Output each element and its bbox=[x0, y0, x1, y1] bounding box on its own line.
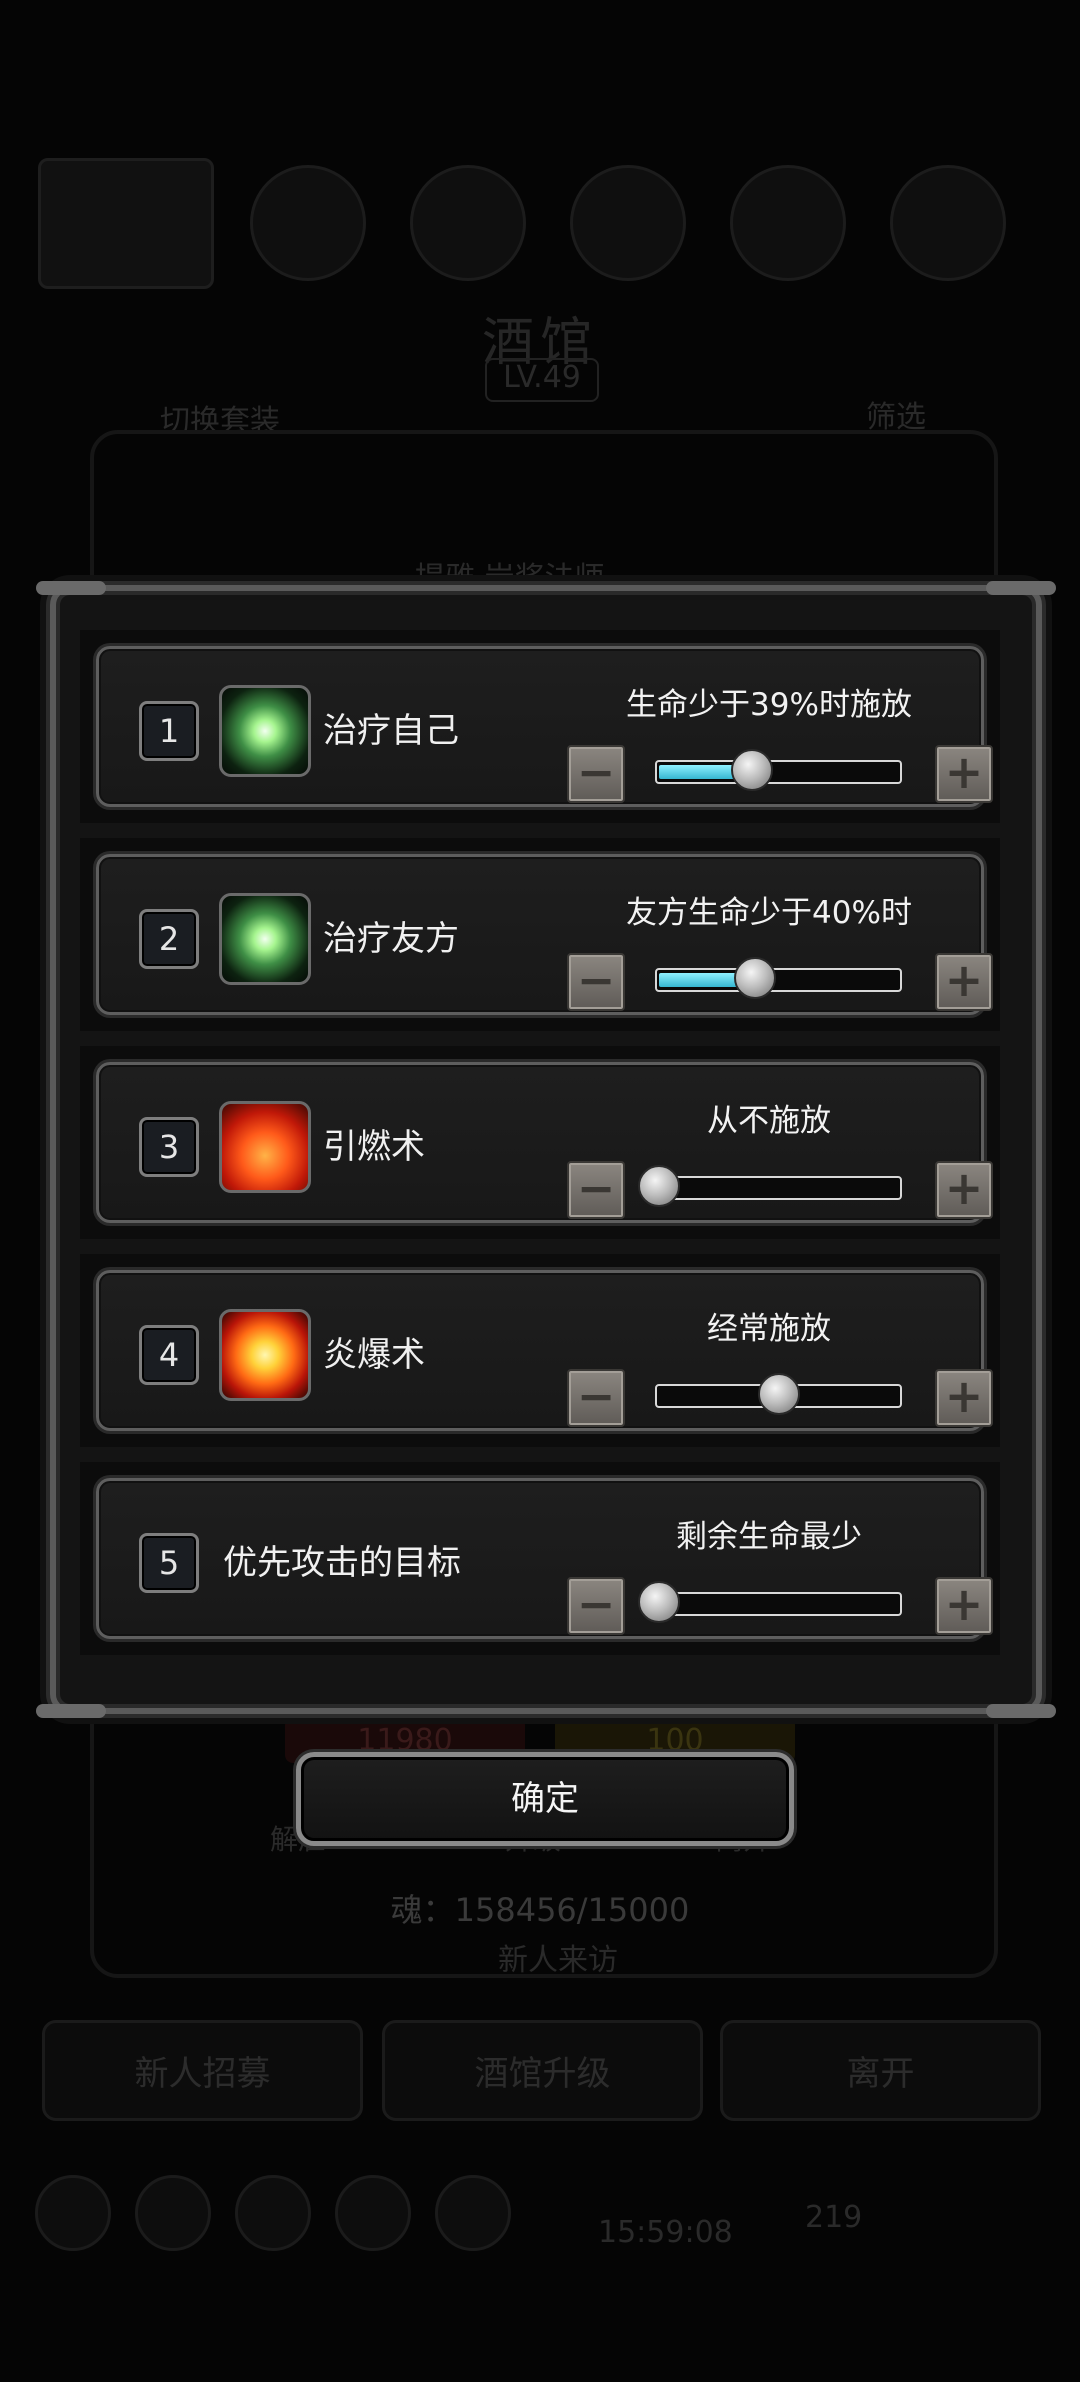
skill-name: 治疗自己 bbox=[323, 711, 459, 751]
increase-button[interactable]: + bbox=[935, 1577, 993, 1635]
coin-count: 219 bbox=[805, 2200, 863, 2235]
skill-row: 4 炎爆术 经常施放 − + bbox=[80, 1254, 1000, 1447]
condition-slider[interactable] bbox=[638, 1581, 902, 1623]
increase-button[interactable]: + bbox=[935, 1369, 993, 1427]
condition-slider[interactable] bbox=[655, 749, 902, 791]
skill-row-panel: 1 治疗自己 生命少于39%时施放 − + bbox=[96, 646, 993, 807]
frame-ornament bbox=[36, 1704, 106, 1718]
element-orb-icon bbox=[730, 165, 846, 281]
timer: 15:59:08 bbox=[598, 2215, 733, 2250]
condition-slider[interactable] bbox=[655, 957, 902, 999]
tavern-upgrade-button: 酒馆升级 bbox=[382, 2020, 703, 2121]
slider-knob[interactable] bbox=[734, 957, 776, 999]
menu-icon bbox=[35, 2175, 111, 2251]
increase-button[interactable]: + bbox=[935, 745, 993, 803]
skill-name: 治疗友方 bbox=[323, 919, 459, 959]
slider-knob[interactable] bbox=[731, 749, 773, 791]
fire-icon bbox=[219, 1101, 311, 1193]
confirm-button[interactable]: 确定 bbox=[296, 1752, 794, 1846]
menu-icon bbox=[235, 2175, 311, 2251]
skill-name: 优先攻击的目标 bbox=[223, 1543, 461, 1583]
leave-button: 离开 bbox=[720, 2020, 1041, 2121]
element-orb-icon bbox=[570, 165, 686, 281]
cast-condition: 友方生命少于40%时 bbox=[626, 895, 912, 931]
condition-slider[interactable] bbox=[655, 1373, 902, 1415]
tavern-level: LV.49 bbox=[485, 358, 599, 402]
skill-name: 引燃术 bbox=[323, 1127, 425, 1167]
slider-knob[interactable] bbox=[758, 1373, 800, 1415]
menu-icon bbox=[435, 2175, 511, 2251]
skill-row-panel: 5 优先攻击的目标 剩余生命最少 − + bbox=[96, 1478, 993, 1639]
frame-ornament bbox=[986, 581, 1056, 595]
condition-slider[interactable] bbox=[638, 1165, 902, 1207]
skill-row: 2 治疗友方 友方生命少于40%时 − + bbox=[80, 838, 1000, 1031]
increase-button[interactable]: + bbox=[935, 953, 993, 1011]
cast-condition: 从不施放 bbox=[707, 1103, 831, 1139]
hero-portrait bbox=[38, 158, 214, 289]
soul-counter: 魂：158456/15000 bbox=[390, 1891, 690, 1929]
decrease-button[interactable]: − bbox=[567, 953, 625, 1011]
priority-number: 5 bbox=[139, 1533, 199, 1593]
priority-number: 2 bbox=[139, 909, 199, 969]
skill-name: 炎爆术 bbox=[323, 1335, 425, 1375]
blast-icon bbox=[219, 1309, 311, 1401]
priority-number: 4 bbox=[139, 1325, 199, 1385]
heal-icon bbox=[219, 685, 311, 777]
recruit-button: 新人招募 bbox=[42, 2020, 363, 2121]
element-orb-icon bbox=[410, 165, 526, 281]
skill-row: 3 引燃术 从不施放 − + bbox=[80, 1046, 1000, 1239]
increase-button[interactable]: + bbox=[935, 1161, 993, 1219]
new-arrival-label: 新人来访 bbox=[498, 1943, 618, 1978]
heal-icon bbox=[219, 893, 311, 985]
skill-row: 1 治疗自己 生命少于39%时施放 − + bbox=[80, 630, 1000, 823]
menu-icon bbox=[335, 2175, 411, 2251]
slider-knob[interactable] bbox=[638, 1581, 680, 1623]
skill-row-panel: 2 治疗友方 友方生命少于40%时 − + bbox=[96, 854, 993, 1015]
skill-row: 5 优先攻击的目标 剩余生命最少 − + bbox=[80, 1462, 1000, 1655]
skill-row-panel: 4 炎爆术 经常施放 − + bbox=[96, 1270, 993, 1431]
frame-ornament bbox=[986, 1704, 1056, 1718]
decrease-button[interactable]: − bbox=[567, 1369, 625, 1427]
element-orb-icon bbox=[890, 165, 1006, 281]
priority-number: 3 bbox=[139, 1117, 199, 1177]
priority-number: 1 bbox=[139, 701, 199, 761]
cast-condition: 经常施放 bbox=[707, 1311, 831, 1347]
cast-condition: 生命少于39%时施放 bbox=[626, 687, 912, 723]
element-orb-icon bbox=[250, 165, 366, 281]
frame-ornament bbox=[36, 581, 106, 595]
skill-row-panel: 3 引燃术 从不施放 − + bbox=[96, 1062, 993, 1223]
cast-condition: 剩余生命最少 bbox=[676, 1519, 862, 1555]
decrease-button[interactable]: − bbox=[567, 1577, 625, 1635]
slider-knob[interactable] bbox=[638, 1165, 680, 1207]
menu-icon bbox=[135, 2175, 211, 2251]
decrease-button[interactable]: − bbox=[567, 745, 625, 803]
decrease-button[interactable]: − bbox=[567, 1161, 625, 1219]
